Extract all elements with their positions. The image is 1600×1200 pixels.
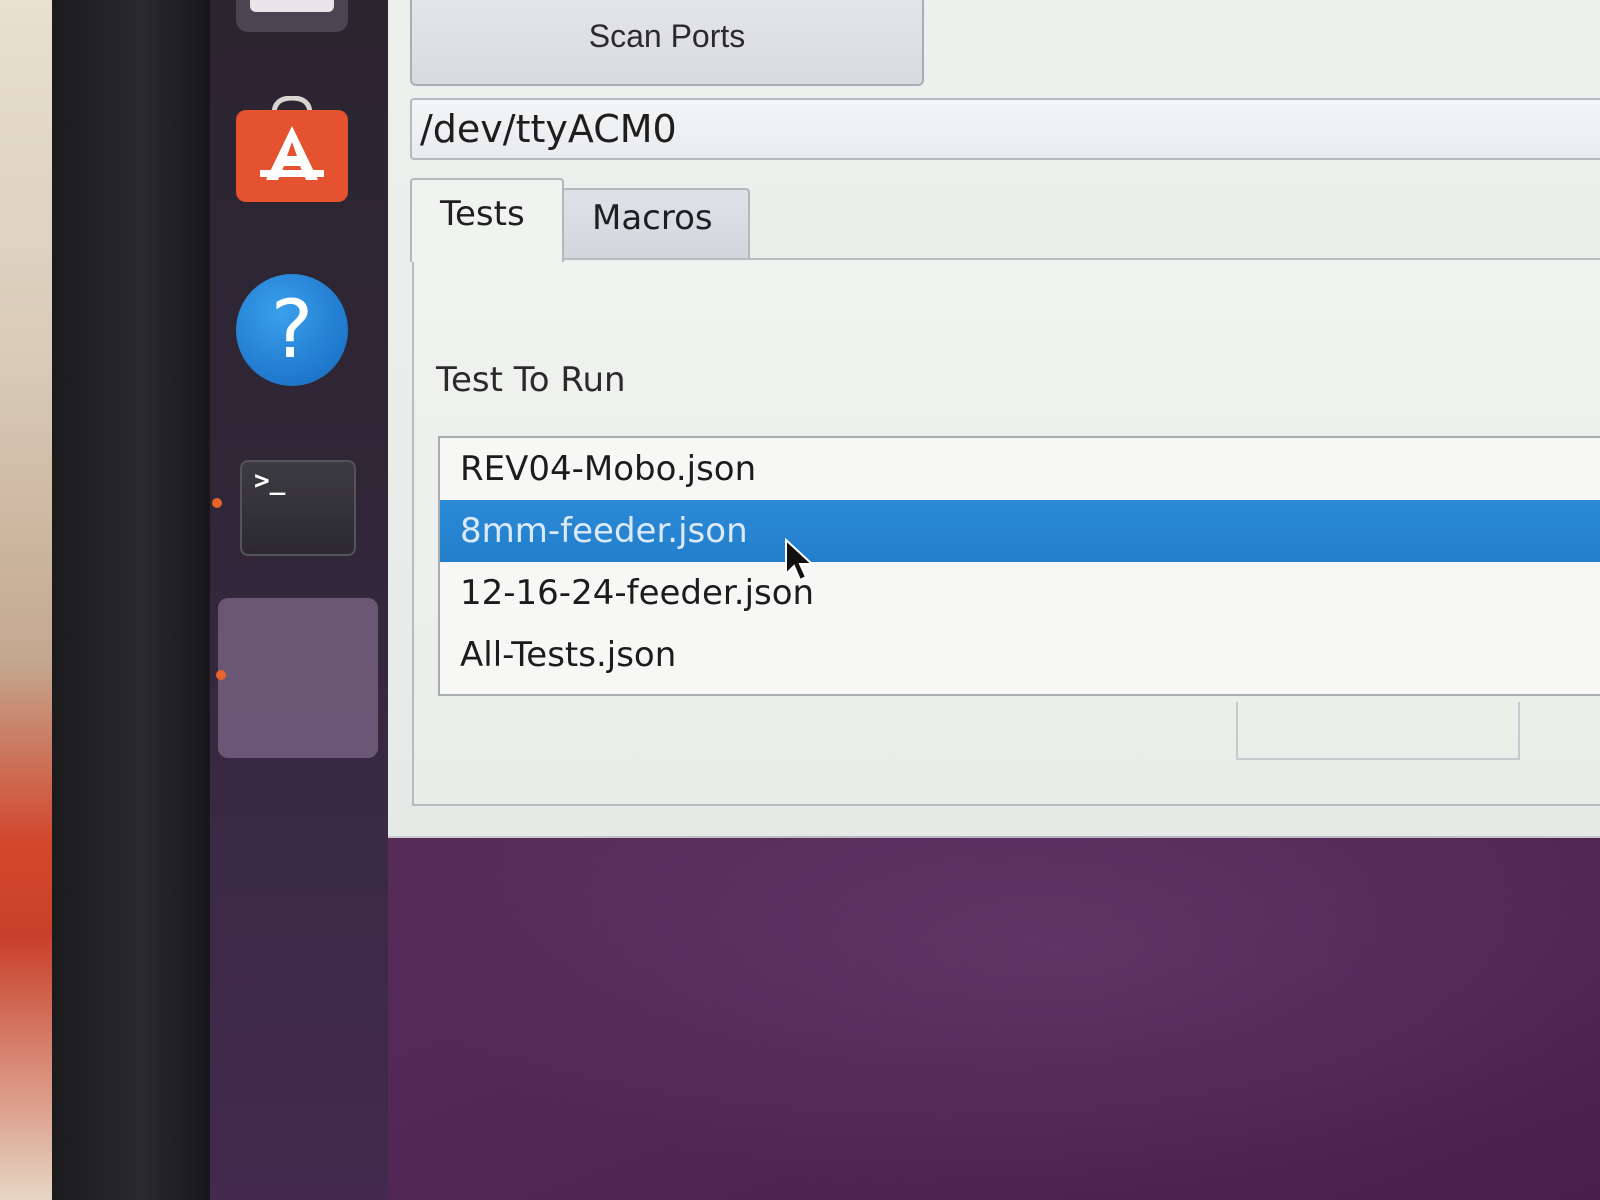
terminal-prompt-glyph: >_ — [254, 466, 286, 496]
running-indicator-terminal — [212, 498, 222, 508]
help-icon[interactable]: ? — [236, 272, 348, 388]
desktop: ? >_ Scan Ports Tests Macros Test To Run… — [0, 0, 1600, 1200]
scan-ports-button[interactable]: Scan Ports — [410, 0, 924, 86]
help-glyph: ? — [236, 274, 348, 386]
tab-macros[interactable]: Macros — [562, 188, 750, 258]
laptop-bezel — [52, 0, 217, 1200]
running-app-icon[interactable] — [218, 598, 378, 758]
list-item[interactable]: REV04-Mobo.json — [440, 438, 1600, 500]
list-item[interactable]: 12-16-24-feeder.json — [440, 562, 1600, 624]
list-item[interactable]: All-Tests.json — [440, 624, 1600, 686]
room-background — [0, 0, 60, 1200]
test-to-run-label: Test To Run — [436, 360, 626, 400]
desktop-wallpaper — [388, 836, 1600, 1200]
app-icon-face — [250, 0, 334, 12]
panel-subframe — [1236, 702, 1520, 760]
port-field[interactable] — [410, 98, 1600, 160]
shopping-bag-icon — [236, 96, 348, 202]
tab-tests[interactable]: Tests — [410, 178, 564, 262]
software-store-icon[interactable] — [236, 96, 348, 202]
list-item-selected[interactable]: 8mm-feeder.json — [440, 500, 1600, 562]
terminal-icon[interactable]: >_ — [240, 460, 356, 556]
mouse-pointer-icon — [785, 538, 815, 582]
test-list[interactable]: REV04-Mobo.json 8mm-feeder.json 12-16-24… — [438, 436, 1600, 696]
running-indicator-app — [216, 670, 226, 680]
